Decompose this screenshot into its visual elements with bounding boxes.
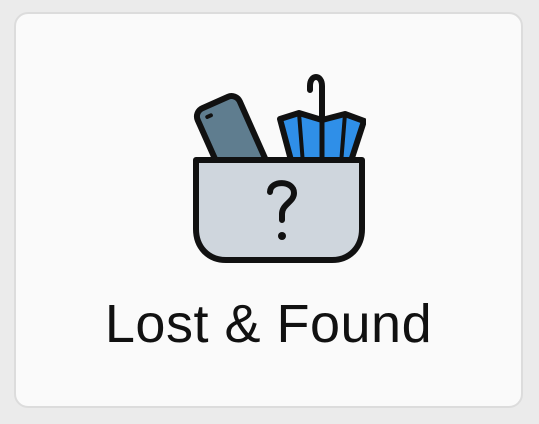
tile-label: Lost & Found [104,294,433,354]
box-icon [193,157,365,263]
umbrella-icon [277,74,366,167]
lost-and-found-tile[interactable]: Lost & Found [14,12,523,408]
lost-and-found-box-icon [176,64,366,264]
